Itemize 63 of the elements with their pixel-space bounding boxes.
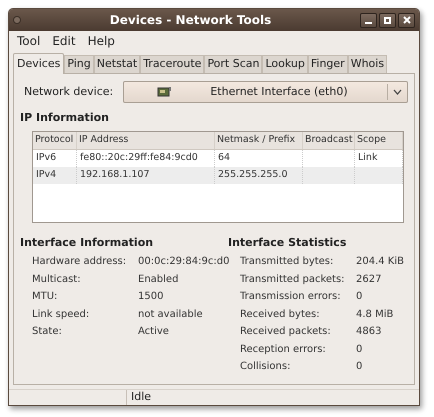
section-title: Interface Information [20,234,154,250]
field-label: Multicast: [32,272,82,287]
tab[interactable]: Port Scan [204,55,262,73]
menu-item[interactable]: Tool [17,32,40,50]
close-icon [402,16,410,24]
close-button[interactable] [398,12,415,28]
column-header[interactable]: Broadcast [303,132,355,148]
tab[interactable]: Traceroute [140,55,204,73]
column-header[interactable]: Protocol [33,132,77,148]
tab[interactable]: Whois [348,55,388,73]
status-text: Idle [130,388,152,405]
field-value: 4863 [356,325,382,340]
tab[interactable]: Lookup [262,55,308,73]
minimize-icon [365,22,372,24]
tab[interactable]: Netstat [94,55,140,73]
field-label: Received packets: [240,325,332,340]
maximize-button[interactable] [379,12,396,28]
field-value: Enabled [138,272,178,287]
device-dropdown[interactable]: Ethernet Interface (eth0) [123,81,408,103]
column-header[interactable]: IP Address [77,132,215,148]
field-label: Transmitted bytes: [240,255,334,270]
table-cell-text: fe80::20c:29ff:fe84:9cd0 [80,150,198,165]
window-menu-icon[interactable] [13,16,21,24]
table-cell-text: IPv6 [36,150,56,165]
field-value: 1500 [138,290,164,304]
section-title: Interface Statistics [228,234,348,250]
field-value: 0 [356,342,362,357]
field-value: 0 [356,360,362,374]
field-label: Transmission errors: [240,290,342,304]
field-value: 0 [356,290,362,304]
table-cell-text: 255.255.255.0 [218,168,288,182]
field-label: Collisions: [240,360,292,374]
tab[interactable]: Devices [13,53,64,74]
field-value: 204.4 KiB [356,255,404,270]
field-value: Active [138,325,169,340]
field-label: Reception errors: [240,342,327,357]
field-value: 00:0c:29:84:9c:d0 [138,255,230,270]
field-value: 4.8 MiB [356,308,394,322]
minimize-button[interactable] [360,12,377,28]
column-header[interactable]: Netmask / Prefix [215,132,303,148]
menu-item[interactable]: Help [88,32,115,50]
section-title: IP Information [20,110,110,126]
window-title: Devices - Network Tools [108,12,272,29]
field-value: 2627 [356,272,382,287]
field-label: Received bytes: [240,308,321,322]
tab[interactable]: Ping [64,55,94,73]
table-cell-text: 64 [218,150,230,165]
field-label: Link speed: [32,308,90,322]
table-cell-text: IPv4 [36,168,56,182]
field-value: not available [138,308,203,322]
network-card-icon [157,86,171,98]
field-label: Hardware address: [32,255,128,270]
dropdown-value: Ethernet Interface (eth0) [209,84,349,100]
table-cell-text: 192.168.1.107 [80,168,150,182]
field-label: Transmitted packets: [240,272,346,287]
field-label: State: [32,325,63,340]
menu-item[interactable]: Edit [52,32,76,50]
table-cell-text: Link [358,150,378,165]
maximize-icon [384,16,391,24]
tab[interactable]: Finger [308,55,348,73]
field-label: Network device: [23,84,114,100]
field-label: MTU: [32,290,58,304]
column-header[interactable]: Scope [355,132,403,148]
